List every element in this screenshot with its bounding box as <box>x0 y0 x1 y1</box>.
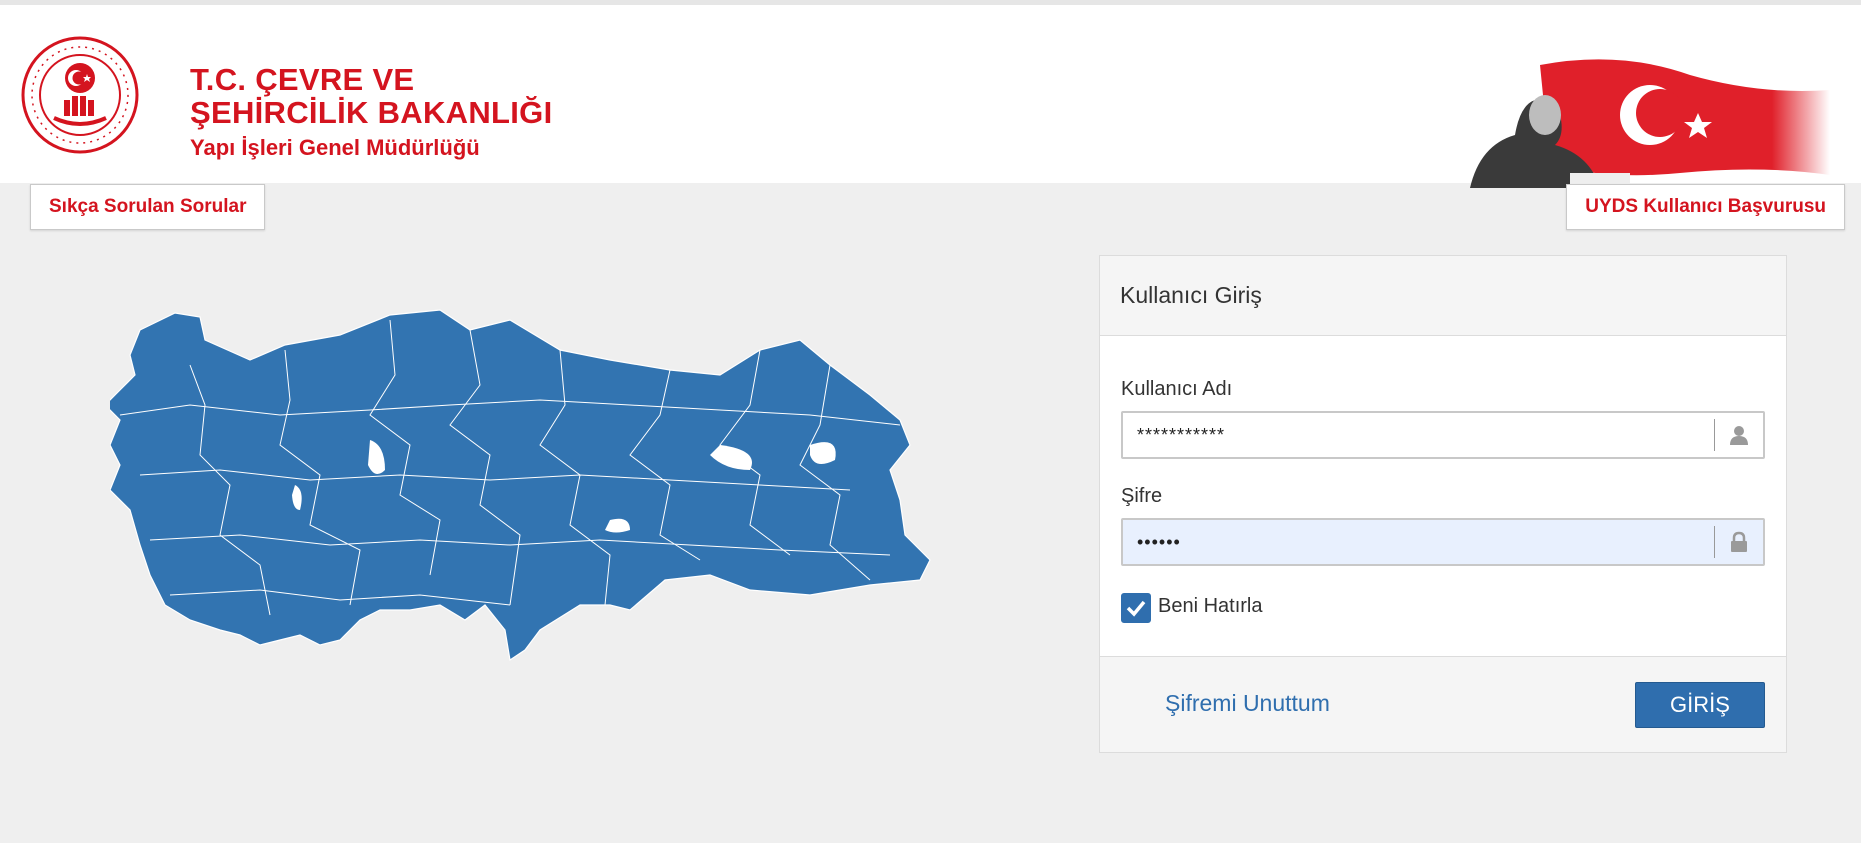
login-panel: Kullanıcı Giriş Kullanıcı Adı Şifre Beni… <box>1099 255 1787 753</box>
forgot-password-link[interactable]: Şifremi Unuttum <box>1165 690 1330 717</box>
password-field-wrapper <box>1121 518 1765 566</box>
faq-button[interactable]: Sıkça Sorulan Sorular <box>30 184 266 230</box>
site-header: T.C. ÇEVRE VE ŞEHİRCİLİK BAKANLIĞI Yapı … <box>0 5 1861 188</box>
user-icon <box>1730 426 1748 445</box>
directorate-name: Yapı İşleri Genel Müdürlüğü <box>190 135 480 160</box>
ministry-line-1: T.C. ÇEVRE VE <box>190 62 415 97</box>
username-label: Kullanıcı Adı <box>1121 378 1233 400</box>
check-icon <box>1126 600 1146 617</box>
password-label: Şifre <box>1121 485 1163 507</box>
remember-me-label[interactable]: Beni Hatırla <box>1158 595 1263 618</box>
ministry-seal-logo <box>21 36 139 154</box>
ataturk-flag-banner <box>1470 59 1830 188</box>
turkey-map <box>110 309 931 662</box>
lock-icon <box>1731 531 1747 552</box>
user-application-button[interactable]: UYDS Kullanıcı Başvurusu <box>1566 184 1845 230</box>
remember-me-checkbox[interactable] <box>1121 593 1151 623</box>
password-separator <box>1714 526 1715 558</box>
username-separator <box>1714 419 1715 451</box>
username-field-wrapper <box>1121 411 1765 459</box>
ministry-title: T.C. ÇEVRE VE ŞEHİRCİLİK BAKANLIĞI Yapı … <box>190 63 553 163</box>
login-title: Kullanıcı Giriş <box>1100 256 1786 336</box>
ministry-line-2: ŞEHİRCİLİK BAKANLIĞI <box>190 95 553 130</box>
username-input[interactable] <box>1123 413 1707 457</box>
login-button[interactable]: GİRİŞ <box>1635 682 1765 728</box>
password-input[interactable] <box>1123 520 1707 564</box>
login-footer: Şifremi Unuttum GİRİŞ <box>1100 656 1786 752</box>
